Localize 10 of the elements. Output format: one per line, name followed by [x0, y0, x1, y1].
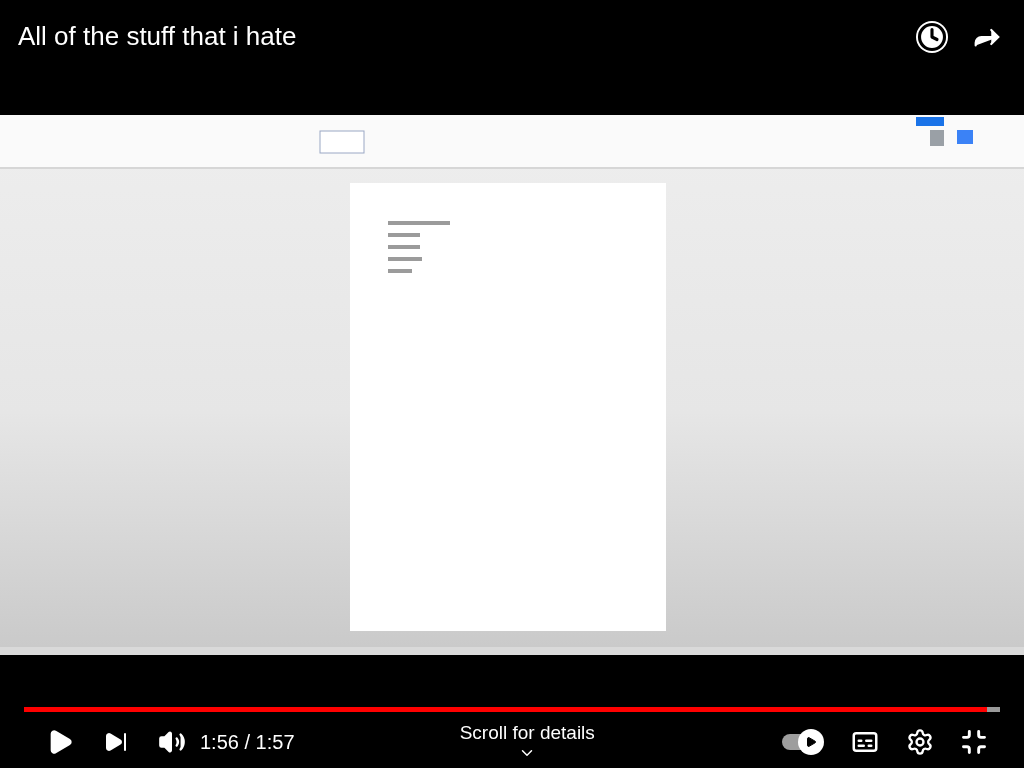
watch-later-button[interactable] [916, 21, 948, 53]
time-display: 1:56 / 1:57 [200, 730, 295, 755]
video-title: All of the stuff that i hate [18, 20, 297, 53]
autoplay-toggle[interactable] [780, 729, 824, 755]
settings-icon[interactable] [906, 728, 934, 756]
play-icon [805, 736, 817, 748]
next-icon[interactable] [104, 730, 128, 754]
clock-icon [917, 22, 947, 52]
scroll-hint: Scroll for details [459, 722, 595, 744]
exit-fullscreen-icon[interactable] [960, 728, 988, 756]
